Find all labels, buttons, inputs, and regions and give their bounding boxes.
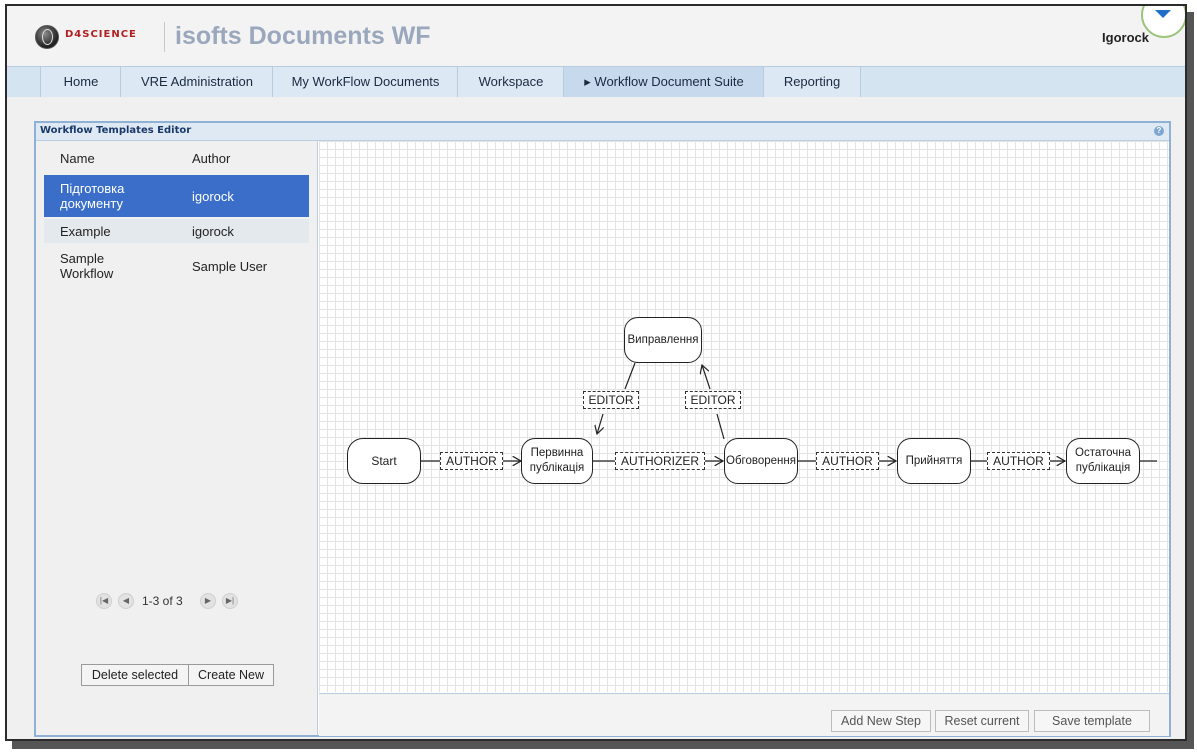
workflow-node-correction[interactable]: Виправлення (624, 317, 702, 363)
list-header: Name Author (44, 145, 309, 171)
logo-text: D4SCIENCE (65, 29, 137, 40)
add-new-step-button[interactable]: Add New Step (831, 710, 931, 732)
connector-line (716, 413, 725, 440)
tab-workflow-document-suite[interactable]: ▸ Workflow Document Suite (563, 67, 765, 97)
template-row[interactable]: Example igorock (44, 219, 309, 243)
template-name: Sample Workflow (60, 251, 114, 281)
workflow-node-final-publication[interactable]: Остаточна публікація (1066, 438, 1140, 484)
delete-selected-button[interactable]: Delete selected (81, 664, 189, 686)
save-template-button[interactable]: Save template (1034, 710, 1150, 732)
workflow-templates-panel: Workflow Templates Editor ? Name Author … (34, 121, 1171, 737)
role-label-authorizer[interactable]: AUTHORIZER (615, 452, 705, 470)
tab-reporting[interactable]: Reporting (763, 67, 861, 97)
connector-line (702, 365, 711, 390)
role-label-author[interactable]: AUTHOR (440, 452, 503, 470)
templates-list-pane: Name Author Підготовка документу igorock… (36, 141, 318, 735)
template-author: igorock (192, 224, 234, 239)
panel-title: Workflow Templates Editor (40, 125, 192, 136)
tab-home[interactable]: Home (40, 67, 122, 97)
prev-page-icon[interactable]: ◀ (118, 593, 134, 609)
template-name: Підготовка документу (60, 181, 125, 211)
header-divider (164, 22, 165, 52)
template-row[interactable]: Sample Workflow Sample User (44, 245, 309, 285)
connector-line (624, 362, 636, 390)
connector-line (597, 413, 603, 434)
template-row[interactable]: Підготовка документу igorock (44, 175, 309, 217)
tab-vre-administration[interactable]: VRE Administration (120, 67, 274, 97)
role-label-author[interactable]: AUTHOR (816, 452, 879, 470)
username[interactable]: Igorock (1102, 30, 1149, 45)
workflow-connectors (419, 362, 1157, 692)
app-header: D4SCIENCE isofts Documents WF Igorock (7, 6, 1185, 66)
first-page-icon[interactable]: |◀ (96, 593, 112, 609)
role-label-author[interactable]: AUTHOR (987, 452, 1050, 470)
template-author: Sample User (192, 259, 268, 274)
workflow-canvas[interactable]: Start Первинна публікація Виправлення Об… (319, 141, 1169, 692)
role-label-editor[interactable]: EDITOR (583, 391, 639, 409)
tab-my-workflow-documents[interactable]: My WorkFlow Documents (272, 67, 459, 97)
role-label-editor[interactable]: EDITOR (685, 391, 741, 409)
reset-current-button[interactable]: Reset current (935, 710, 1029, 732)
globe-logo-icon (35, 25, 59, 49)
column-header-author[interactable]: Author (192, 151, 230, 166)
template-author: igorock (192, 189, 234, 204)
main-nav: Home VRE Administration My WorkFlow Docu… (7, 66, 1185, 98)
last-page-icon[interactable]: ▶| (222, 593, 238, 609)
panel-header: Workflow Templates Editor ? (36, 123, 1169, 141)
tab-workspace[interactable]: Workspace (457, 67, 565, 97)
workflow-node-primary-publication[interactable]: Первинна публікація (521, 438, 593, 484)
workflow-node-discussion[interactable]: Обговорення (724, 438, 798, 484)
template-name: Example (60, 224, 111, 239)
app-title: isofts Documents WF (175, 22, 431, 50)
triangle-down-icon (1155, 10, 1171, 18)
app-window: D4SCIENCE isofts Documents WF Igorock Ho… (5, 4, 1187, 741)
workflow-node-acceptance[interactable]: Прийняття (897, 438, 971, 484)
editor-action-bar: Add New Step Reset current Save template (319, 693, 1169, 736)
workflow-node-start[interactable]: Start (347, 438, 421, 484)
help-icon[interactable]: ? (1154, 126, 1164, 136)
pager-status: 1-3 of 3 (142, 594, 183, 608)
next-page-icon[interactable]: ▶ (200, 593, 216, 609)
column-header-name[interactable]: Name (60, 151, 95, 166)
create-new-button[interactable]: Create New (188, 664, 274, 686)
